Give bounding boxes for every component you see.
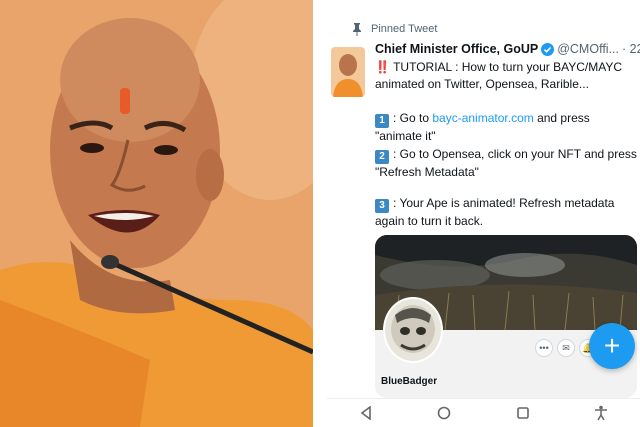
pinned-label: Pinned Tweet (371, 23, 438, 35)
recents-icon[interactable] (513, 403, 533, 423)
author-avatar[interactable] (331, 47, 365, 97)
keycap-1-icon: 1 (375, 114, 389, 128)
mail-icon[interactable]: ✉ (557, 339, 575, 357)
tweet-panel: Pinned Tweet Chief Minister Office, GoUP… (327, 0, 640, 427)
double-exclamation-icon: ‼️ (375, 60, 390, 74)
panel-divider (313, 0, 327, 427)
nft-ape-avatar[interactable] (383, 297, 443, 363)
home-icon[interactable] (434, 403, 454, 423)
step2-text: : Go to Opensea, click on your NFT and p… (375, 147, 637, 179)
step3-text: : Your Ape is animated! Refresh metadata… (375, 196, 615, 228)
keycap-2-icon: 2 (375, 150, 389, 164)
pinned-indicator: Pinned Tweet (351, 22, 437, 36)
tweet-header: Chief Minister Office, GoUP @CMOffi... ·… (375, 42, 640, 56)
news-photo (0, 0, 313, 427)
back-icon[interactable] (356, 403, 376, 423)
tweet-step-2: 2: Go to Opensea, click on your NFT and … (375, 146, 640, 181)
bayc-animator-link[interactable]: bayc-animator.com (432, 111, 533, 125)
tweet-media[interactable]: ••• ✉ 🔔 + (375, 235, 637, 398)
step1-pre: : Go to (393, 111, 433, 125)
pin-icon (351, 22, 363, 36)
tweet-time[interactable]: · 22m (622, 42, 640, 56)
more-icon[interactable]: ••• (535, 339, 553, 357)
author-name[interactable]: Chief Minister Office, GoUP (375, 42, 538, 56)
author-handle[interactable]: @CMOffi... (557, 42, 619, 56)
tweet-step-3: 3: Your Ape is animated! Refresh metadat… (375, 195, 640, 230)
accessibility-icon[interactable] (591, 403, 611, 423)
verified-badge-icon (541, 42, 555, 56)
nft-display-name: BlueBadger (381, 376, 438, 387)
keycap-3-icon: 3 (375, 199, 389, 213)
tweet-step-1: 1: Go to bayc-animator.com and press "an… (375, 110, 640, 145)
tutorial-text: TUTORIAL : How to turn your BAYC/MAYC an… (375, 60, 623, 91)
man-speaking-photo (0, 0, 313, 427)
android-nav-bar (327, 398, 640, 427)
tweet-line-tutorial: ‼️ TUTORIAL : How to turn your BAYC/MAYC… (375, 59, 640, 93)
compose-tweet-button[interactable]: + (589, 323, 635, 369)
